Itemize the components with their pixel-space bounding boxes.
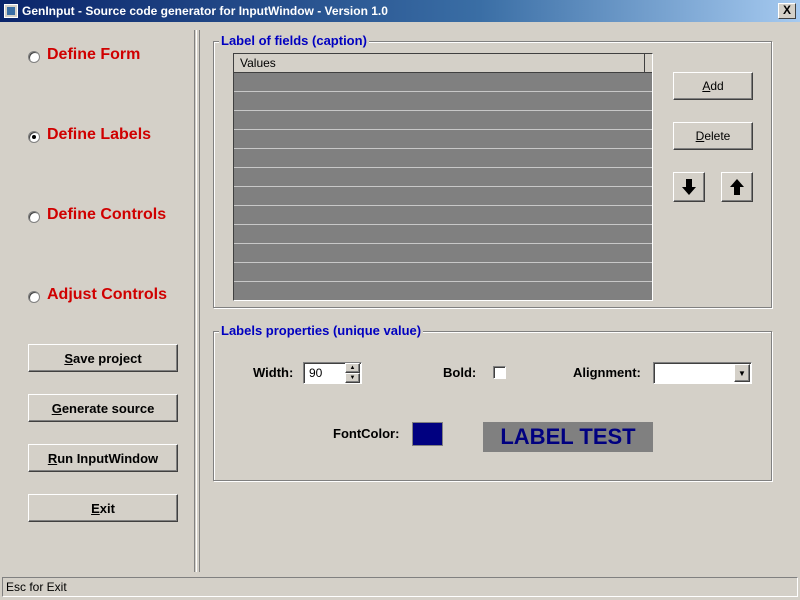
generate-source-button[interactable]: Generate source bbox=[28, 394, 178, 422]
radio-indicator[interactable] bbox=[28, 51, 40, 63]
alignment-select[interactable]: ▼ bbox=[653, 362, 752, 384]
radio-label: Adjust Controls bbox=[47, 286, 167, 303]
bold-label: Bold: bbox=[443, 365, 477, 380]
move-up-button[interactable] bbox=[721, 172, 753, 202]
spinner-down-button[interactable]: ▼ bbox=[345, 373, 360, 383]
spinner-up-icon: ▲ bbox=[349, 365, 356, 371]
alignment-dropdown-button[interactable]: ▼ bbox=[734, 364, 750, 382]
grid-row-line bbox=[234, 148, 652, 149]
grid-row-line bbox=[234, 243, 652, 244]
add-button[interactable]: Add bbox=[673, 72, 753, 100]
add-label: Add bbox=[702, 79, 724, 93]
bold-checkbox[interactable] bbox=[493, 366, 506, 379]
title-bar[interactable]: GenInput - Source code generator for Inp… bbox=[0, 0, 800, 22]
properties-group-legend: Labels properties (unique value) bbox=[219, 323, 424, 338]
alignment-label: Alignment: bbox=[573, 365, 641, 380]
grid-header-filler bbox=[645, 54, 652, 73]
grid-row-line bbox=[234, 224, 652, 225]
delete-label: Delete bbox=[695, 129, 731, 143]
window-title: GenInput - Source code generator for Inp… bbox=[22, 4, 388, 18]
radio-indicator[interactable] bbox=[28, 291, 40, 303]
run-inputwindow-button[interactable]: Run InputWindow bbox=[28, 444, 178, 472]
save-project-label: Save project bbox=[64, 350, 142, 366]
exit-label: Exit bbox=[91, 500, 115, 516]
arrow-down-icon bbox=[682, 179, 696, 195]
grid-row-line bbox=[234, 110, 652, 111]
font-color-swatch[interactable] bbox=[412, 422, 443, 446]
close-button[interactable]: X bbox=[778, 3, 796, 19]
fontcolor-label: FontColor: bbox=[333, 426, 400, 441]
grid-row-line bbox=[234, 167, 652, 168]
arrow-up-icon bbox=[730, 179, 744, 195]
grid-row-line bbox=[234, 129, 652, 130]
grid-row-line bbox=[234, 205, 652, 206]
radio-label: Define Form bbox=[47, 46, 141, 63]
grid-row-line bbox=[234, 262, 652, 263]
delete-button[interactable]: Delete bbox=[673, 122, 753, 150]
grid-header-values[interactable]: Values bbox=[234, 54, 645, 73]
radio-indicator[interactable] bbox=[28, 131, 40, 143]
width-input[interactable]: 90 bbox=[309, 366, 322, 380]
radio-label: Define Controls bbox=[47, 206, 167, 223]
values-grid[interactable]: Values bbox=[233, 53, 653, 301]
exit-button[interactable]: Exit bbox=[28, 494, 178, 522]
properties-groupbox bbox=[213, 331, 772, 481]
grid-row-line bbox=[234, 91, 652, 92]
status-bar: Esc for Exit bbox=[2, 577, 798, 597]
grid-row-line bbox=[234, 186, 652, 187]
radio-label: Define Labels bbox=[47, 126, 152, 143]
move-down-button[interactable] bbox=[673, 172, 705, 202]
width-spinner[interactable]: 90 ▲ ▼ bbox=[303, 362, 362, 384]
run-inputwindow-label: Run InputWindow bbox=[47, 450, 159, 466]
spinner-up-button[interactable]: ▲ bbox=[345, 363, 360, 373]
spinner-down-icon: ▼ bbox=[349, 375, 356, 381]
generate-source-label: Generate source bbox=[51, 400, 155, 416]
grid-row-line bbox=[234, 281, 652, 282]
vertical-separator[interactable] bbox=[194, 30, 200, 572]
label-preview: LABEL TEST bbox=[483, 422, 653, 452]
save-project-button[interactable]: Save project bbox=[28, 344, 178, 372]
fields-group-legend: Label of fields (caption) bbox=[219, 33, 369, 48]
radio-indicator[interactable] bbox=[28, 211, 40, 223]
width-label: Width: bbox=[253, 365, 294, 380]
chevron-down-icon: ▼ bbox=[738, 368, 746, 378]
app-icon bbox=[4, 4, 18, 18]
